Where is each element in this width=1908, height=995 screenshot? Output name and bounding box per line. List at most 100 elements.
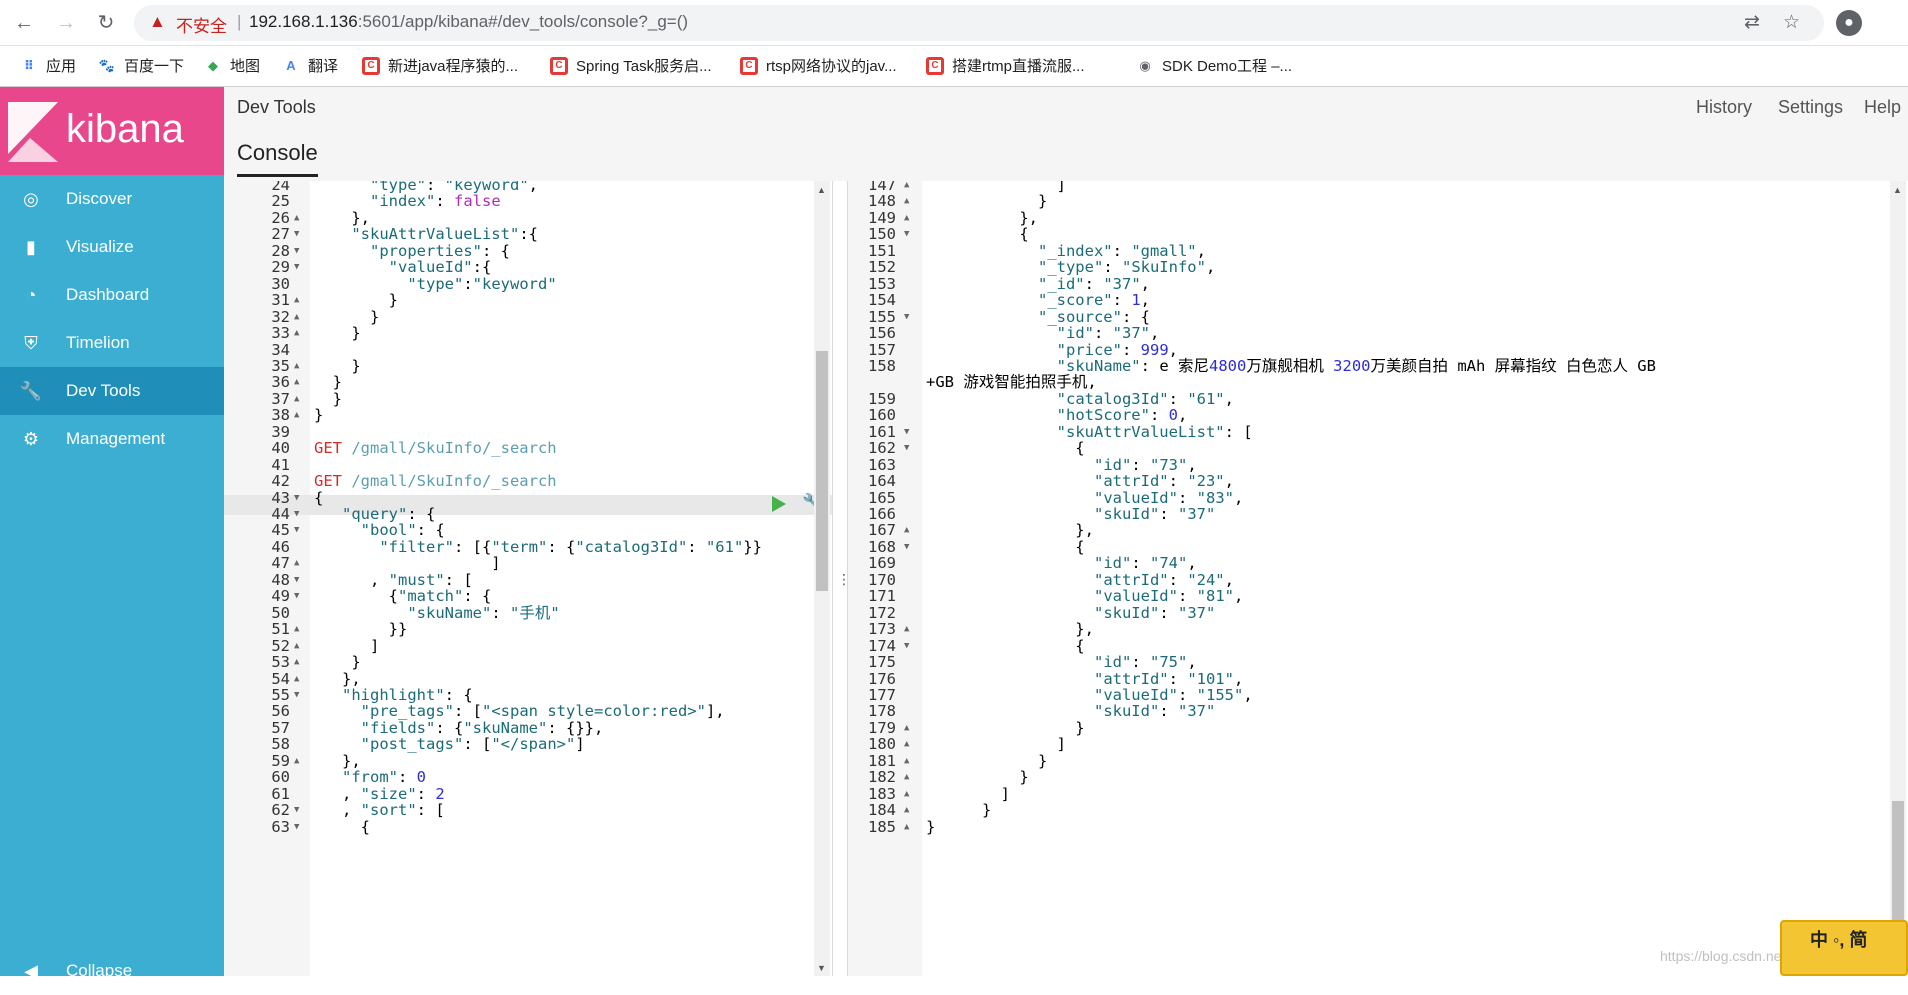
settings-link[interactable]: Settings: [1778, 97, 1843, 118]
code-text: }: [314, 324, 361, 343]
bookmark-item[interactable]: Crtsp网络协议的jav...: [740, 55, 897, 76]
bookmark-star-icon[interactable]: ☆: [1783, 11, 1800, 34]
insecure-label: 不安全: [176, 17, 227, 36]
scroll-down-icon[interactable]: ▼: [817, 963, 826, 973]
fold-toggle-icon[interactable]: ▼: [904, 537, 909, 557]
gear-icon: ⚙: [22, 428, 40, 449]
bookmark-label: 应用: [46, 58, 77, 75]
response-viewer[interactable]: 147 ▲ ] 148 ▲ } 149 ▲ }, 150 ▼ {151 "_index": "…: [848, 181, 1908, 976]
fold-toggle-icon[interactable]: ▼: [294, 257, 299, 277]
history-link[interactable]: History: [1696, 97, 1752, 118]
request-scrollbar[interactable]: ▲ ▼: [814, 181, 830, 976]
sidebar-item-dashboard[interactable]: ◔ Dashboard: [0, 271, 224, 319]
sidebar-item-label: Discover: [66, 189, 133, 208]
sidebar-item-timelion[interactable]: ⛨ Timelion: [0, 319, 224, 367]
kibana-logo-icon: [8, 102, 58, 162]
baidu-paw-icon: 🐾: [98, 57, 116, 73]
globe-icon: ◉: [1139, 57, 1151, 73]
fold-toggle-icon[interactable]: ▼: [294, 817, 299, 837]
bookmarks-bar: ⠿ 应用 🐾 百度一下 ◆ 地图 A 翻译 C 新进java程序猿的... C Spring Task…: [0, 46, 1908, 87]
sidebar-item-discover[interactable]: ◎ Discover: [0, 175, 224, 223]
bookmark-label: 新进java程序猿的...: [388, 58, 519, 75]
ime-toolbar[interactable]: 中 ◦, 简: [1780, 920, 1908, 976]
code-text: GET /gmall/SkuInfo/_search: [314, 439, 557, 458]
profile-avatar-icon[interactable]: ●: [1836, 10, 1862, 36]
sidebar-item-visualize[interactable]: ▮ Visualize: [0, 223, 224, 271]
scroll-up-icon[interactable]: ▲: [1893, 185, 1902, 195]
sidebar-item-label: Timelion: [66, 333, 130, 352]
bookmark-item[interactable]: 🐾 百度一下: [98, 55, 184, 76]
collapse-label: Collapse: [66, 961, 133, 980]
bookmark-label: 翻译: [308, 58, 339, 75]
line-number: 158: [868, 356, 896, 375]
csdn-icon: C: [550, 56, 568, 75]
fold-toggle-icon[interactable]: ▼: [294, 685, 299, 705]
bookmark-item[interactable]: C 新进java程序猿的...: [362, 55, 518, 76]
url-path: :5601/app/kibana#/dev_tools/console?_g=(…: [357, 12, 689, 31]
reload-icon[interactable]: ↻: [92, 9, 120, 37]
bookmark-label: 地图: [230, 58, 261, 75]
kibana-logo[interactable]: kibana: [0, 87, 224, 175]
tab-console[interactable]: Console: [237, 140, 318, 177]
request-scroll-thumb[interactable]: [816, 351, 828, 591]
help-link[interactable]: Help: [1864, 97, 1901, 118]
pane-resizer[interactable]: ⋮: [832, 181, 851, 976]
sidebar-item-label: Visualize: [66, 237, 134, 256]
sidebar-item-label: Dashboard: [66, 285, 150, 304]
code-text: }: [314, 406, 324, 425]
timelion-icon: ⛨: [24, 332, 38, 353]
code-text: GET /gmall/SkuInfo/_search: [314, 472, 557, 491]
fold-toggle-icon[interactable]: ▼: [904, 438, 909, 458]
csdn-icon: C: [926, 56, 944, 75]
request-editor[interactable]: 24 "type": "keyword", 25 "index": false 26…: [224, 181, 832, 976]
warning-icon: ▲: [149, 12, 166, 31]
url-text[interactable]: 192.168.1.136:5601/app/kibana#/dev_tools…: [249, 12, 688, 32]
scroll-up-icon[interactable]: ▲: [817, 185, 826, 195]
bookmark-label: 百度一下: [124, 58, 185, 75]
compass-icon: ◎: [23, 188, 39, 209]
fold-toggle-icon[interactable]: ▲: [294, 751, 299, 771]
address-bar[interactable]: ▲ 不安全 | 192.168.1.136:5601/app/kibana#/d…: [134, 5, 1824, 41]
back-arrow-icon[interactable]: ←: [10, 9, 38, 37]
dev-tools-header: Dev Tools History Settings Help Console: [224, 87, 1908, 181]
run-request-icon[interactable]: [772, 496, 786, 512]
fold-toggle-icon[interactable]: ▼: [904, 307, 909, 327]
sidebar-item-management[interactable]: ⚙ Management: [0, 415, 224, 463]
bookmark-item[interactable]: ◆ 地图: [204, 55, 260, 76]
bookmark-item[interactable]: ⠿ 应用: [20, 55, 76, 76]
fold-toggle-icon[interactable]: ▼: [904, 636, 909, 656]
bookmark-label: rtsp网络协议的jav...: [766, 58, 897, 75]
browser-toolbar: ← → ↻ ▲ 不安全 | 192.168.1.136:5601/app/kib…: [0, 0, 1908, 46]
fold-toggle-icon[interactable]: ▲: [904, 817, 909, 837]
bookmark-item[interactable]: C 搭建rtmp直播流服...: [926, 55, 1085, 76]
bookmark-item[interactable]: A 翻译: [282, 55, 338, 76]
url-host: 192.168.1.136: [249, 12, 358, 31]
bookmark-label: 搭建rtmp直播流服...: [952, 58, 1085, 75]
fold-toggle-icon[interactable]: ▼: [294, 586, 299, 606]
page-title: Dev Tools: [237, 97, 316, 117]
bookmark-label: Spring Task服务启...: [576, 58, 712, 75]
forward-arrow-icon[interactable]: →: [52, 9, 80, 37]
sidebar-item-dev-tools[interactable]: 🔧 Dev Tools: [0, 367, 224, 415]
sidebar-item-label: Dev Tools: [66, 381, 141, 400]
response-scrollbar[interactable]: ▲: [1890, 181, 1906, 976]
kibana-sidebar: kibana ◎ Discover ▮ Visualize ◔ Dashboard ⛨ Tim…: [0, 87, 224, 981]
translate-page-icon[interactable]: ⇄: [1744, 11, 1760, 34]
fold-toggle-icon[interactable]: ▼: [294, 520, 299, 540]
code-text: }: [926, 801, 992, 820]
collapse-button[interactable]: ◀ Collapse: [0, 947, 224, 995]
fold-toggle-icon[interactable]: ▼: [904, 224, 909, 244]
line-number: 63: [271, 817, 290, 836]
fold-toggle-icon[interactable]: ▲: [294, 405, 299, 425]
bookmark-item[interactable]: ◉ SDK Demo工程 –...: [1136, 55, 1292, 76]
csdn-icon: C: [740, 56, 758, 75]
wrench-icon: 🔧: [19, 380, 43, 401]
ime-label: 中 ◦, 简: [1810, 930, 1868, 950]
fold-toggle-icon[interactable]: ▲: [294, 323, 299, 343]
bar-chart-icon: ▮: [26, 236, 36, 257]
collapse-arrow-icon: ◀: [24, 960, 38, 981]
bookmark-item[interactable]: C Spring Task服务启...: [550, 55, 712, 76]
line-number: 185: [868, 817, 896, 836]
apps-grid-icon: ⠿: [23, 57, 35, 73]
map-icon: ◆: [208, 57, 218, 73]
